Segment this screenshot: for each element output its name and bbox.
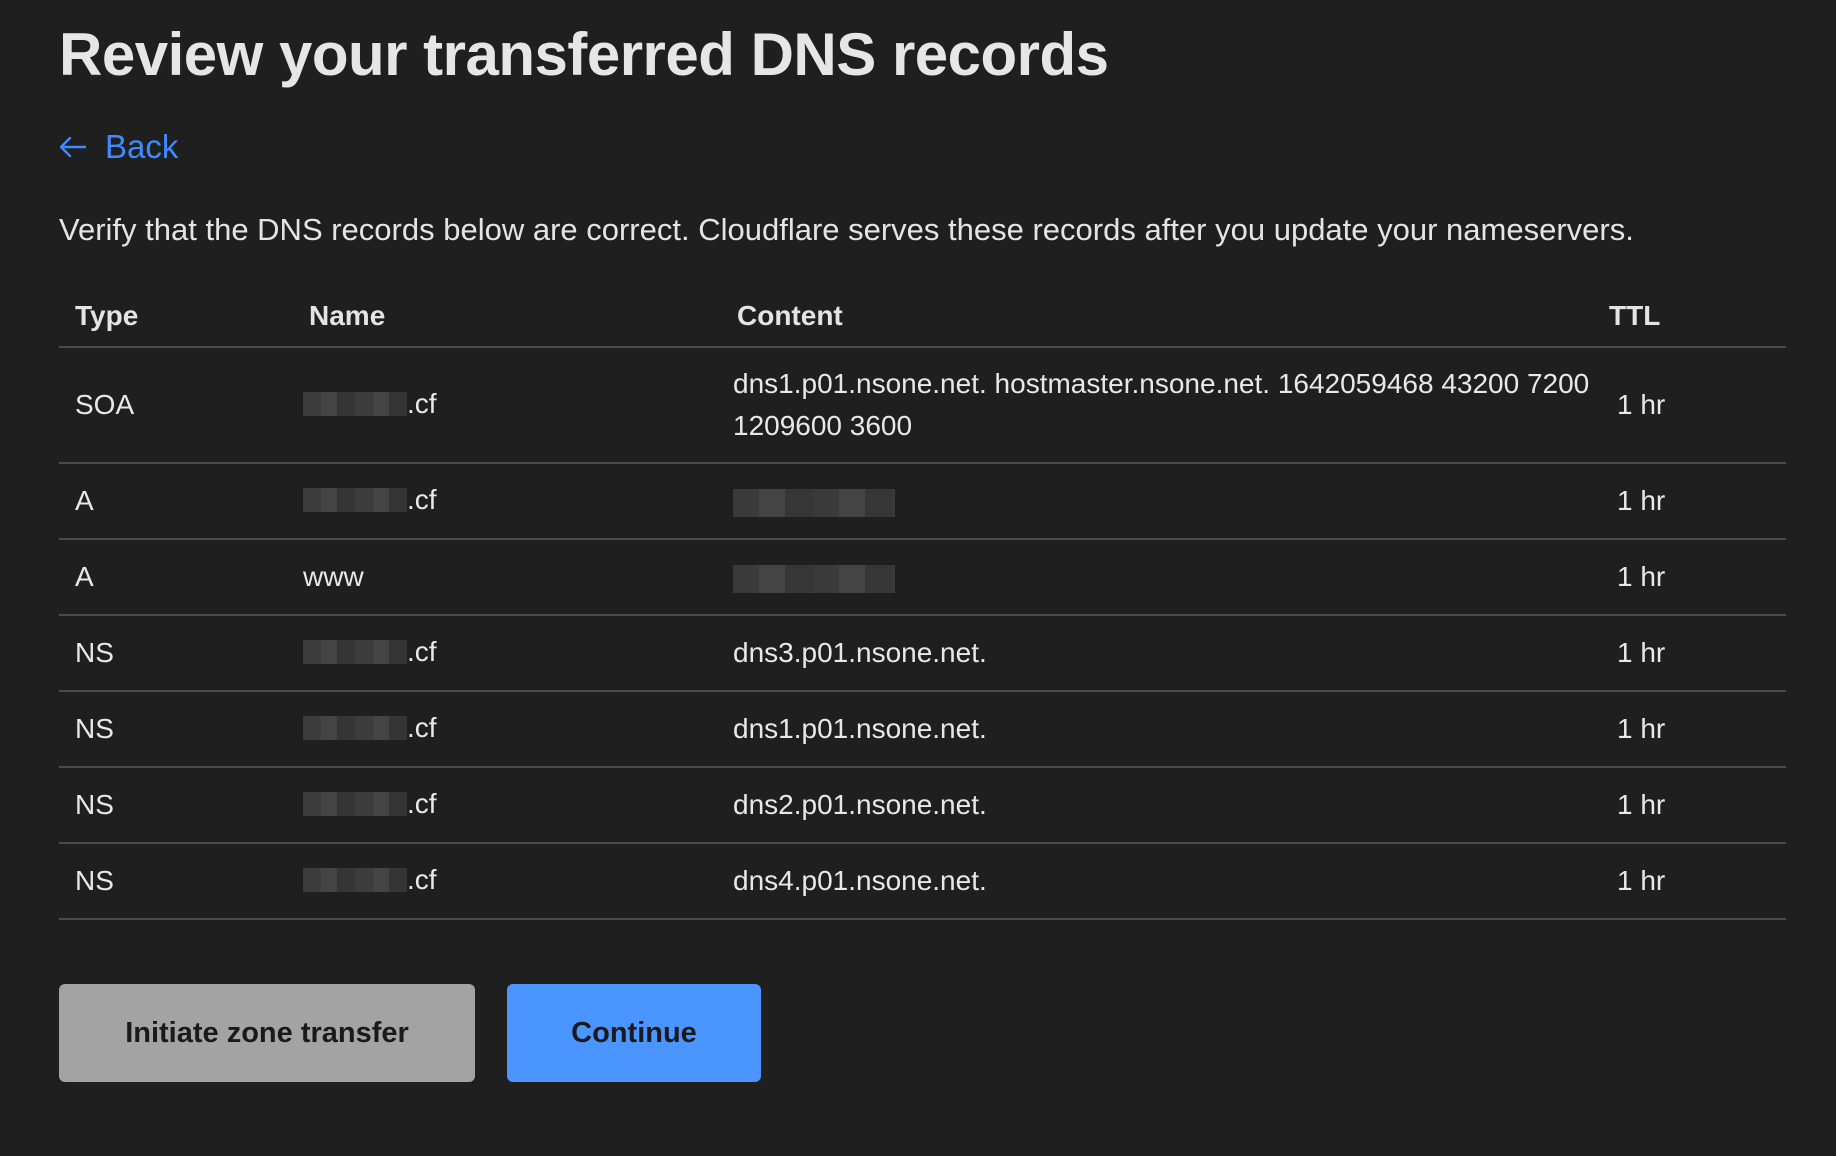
dns-records-table: Type Name Content TTL SOA .cf dns1.p01.n… <box>59 286 1786 920</box>
record-type: A <box>59 463 303 540</box>
initiate-zone-transfer-button[interactable]: Initiate zone transfer <box>59 984 475 1082</box>
record-content: dns1.p01.nsone.net. <box>733 691 1597 768</box>
record-name-text: www <box>303 561 364 592</box>
record-type: A <box>59 539 303 616</box>
column-header-name: Name <box>303 286 733 348</box>
table-row: A www 1 hr <box>59 539 1786 616</box>
redacted-block <box>303 715 407 740</box>
record-content: dns2.p01.nsone.net. <box>733 767 1597 844</box>
record-ttl: 1 hr <box>1597 843 1786 920</box>
back-link-label: Back <box>105 128 179 165</box>
record-name: .cf <box>303 347 733 464</box>
table-row: SOA .cf dns1.p01.nsone.net. hostmaster.n… <box>59 347 1786 464</box>
record-content: dns4.p01.nsone.net. <box>733 843 1597 920</box>
record-name: .cf <box>303 463 733 540</box>
record-type: NS <box>59 843 303 920</box>
record-ttl: 1 hr <box>1597 463 1786 540</box>
record-content <box>733 539 1597 616</box>
record-type: NS <box>59 767 303 844</box>
table-row: NS .cf dns3.p01.nsone.net. 1 hr <box>59 615 1786 692</box>
column-header-ttl: TTL <box>1597 286 1786 348</box>
record-name-text: .cf <box>407 483 437 515</box>
redacted-block <box>733 488 895 517</box>
record-ttl: 1 hr <box>1597 347 1786 464</box>
redacted-block <box>303 391 407 416</box>
redacted-block <box>303 487 407 512</box>
table-row: NS .cf dns4.p01.nsone.net. 1 hr <box>59 843 1786 920</box>
record-name: .cf <box>303 691 733 768</box>
redacted-block <box>733 564 895 593</box>
table-row: NS .cf dns1.p01.nsone.net. 1 hr <box>59 691 1786 768</box>
record-ttl: 1 hr <box>1597 767 1786 844</box>
record-name-text: .cf <box>407 635 437 667</box>
action-buttons: Initiate zone transfer Continue <box>59 984 761 1082</box>
page-description: Verify that the DNS records below are co… <box>59 212 1634 247</box>
record-content: dns1.p01.nsone.net. hostmaster.nsone.net… <box>733 347 1597 464</box>
record-name: .cf <box>303 843 733 920</box>
column-header-content: Content <box>733 286 1597 348</box>
record-name-text: .cf <box>407 711 437 743</box>
record-type: SOA <box>59 347 303 464</box>
record-type: NS <box>59 691 303 768</box>
record-name-text: .cf <box>407 787 437 819</box>
back-link[interactable]: Back <box>59 128 178 166</box>
redacted-block <box>303 639 407 664</box>
record-name: .cf <box>303 767 733 844</box>
table-row: NS .cf dns2.p01.nsone.net. 1 hr <box>59 767 1786 844</box>
record-name: www <box>303 539 733 616</box>
record-ttl: 1 hr <box>1597 615 1786 692</box>
redacted-block <box>303 867 407 892</box>
record-ttl: 1 hr <box>1597 539 1786 616</box>
page-title: Review your transferred DNS records <box>59 21 1109 88</box>
redacted-block <box>303 791 407 816</box>
arrow-left-icon <box>59 135 87 159</box>
record-content <box>733 463 1597 540</box>
record-content: dns3.p01.nsone.net. <box>733 615 1597 692</box>
table-header-row: Type Name Content TTL <box>59 286 1786 348</box>
column-header-type: Type <box>59 286 303 348</box>
record-content-text: dns1.p01.nsone.net. hostmaster.nsone.net… <box>733 368 1590 441</box>
record-name: .cf <box>303 615 733 692</box>
record-name-text: .cf <box>407 387 437 419</box>
record-ttl: 1 hr <box>1597 691 1786 768</box>
record-type: NS <box>59 615 303 692</box>
record-name-text: .cf <box>407 863 437 895</box>
table-row: A .cf 1 hr <box>59 463 1786 540</box>
continue-button[interactable]: Continue <box>507 984 761 1082</box>
